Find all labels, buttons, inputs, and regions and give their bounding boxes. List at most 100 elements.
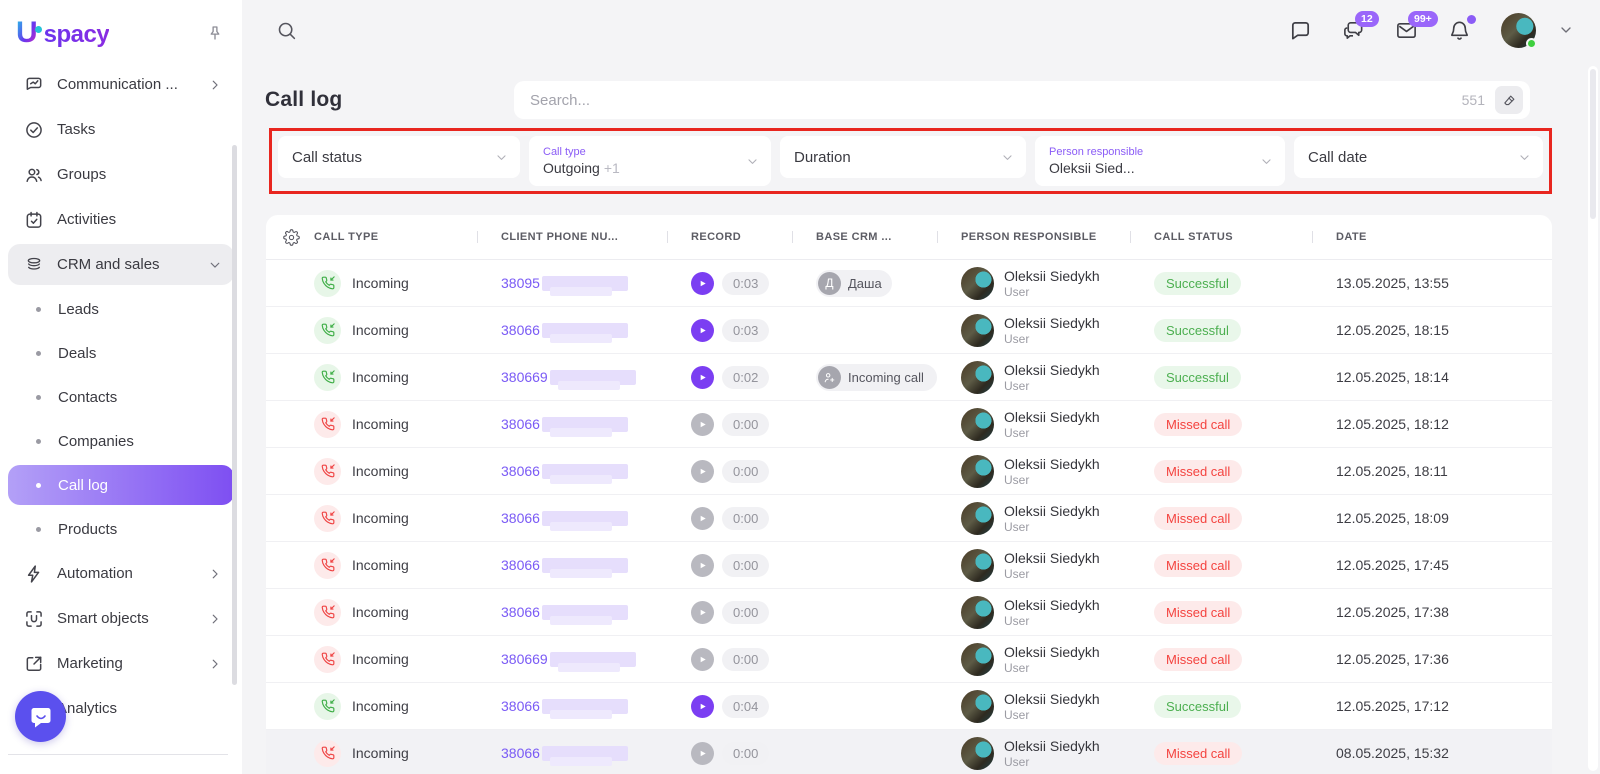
sidebar-item-leads[interactable]: Leads <box>8 289 234 329</box>
inbox-mail-icon[interactable]: 99+ <box>1395 19 1418 42</box>
sidebar-item-automation[interactable]: Automation <box>8 553 234 594</box>
call-type-label: Incoming <box>352 322 409 338</box>
play-record-button[interactable] <box>691 742 714 765</box>
column-header-person-responsible[interactable]: PERSON RESPONSIBLE <box>937 231 1130 243</box>
play-record-button[interactable] <box>691 460 714 483</box>
sidebar-item-marketing[interactable]: Marketing <box>8 643 234 684</box>
client-phone-link[interactable]: 380669 <box>501 651 548 667</box>
play-record-button[interactable] <box>691 366 714 389</box>
sidebar-item-label: Groups <box>57 166 106 183</box>
clear-search-button[interactable] <box>1495 86 1523 114</box>
sidebar-item-crm-and-sales[interactable]: CRM and sales <box>8 244 234 285</box>
column-header-base-crm[interactable]: BASE CRM ... <box>792 231 937 243</box>
crm-icon <box>24 255 44 275</box>
sidebar-item-communication[interactable]: Communication ... <box>8 64 234 105</box>
search-input[interactable] <box>530 92 1462 109</box>
redacted-phone-digits <box>542 558 628 573</box>
table-row[interactable]: Incoming 38066 0:00 Oleksii Siedykh User… <box>266 401 1552 448</box>
record-duration: 0:03 <box>722 319 769 342</box>
column-header-client-phone-nu[interactable]: CLIENT PHONE NU... <box>477 231 667 243</box>
person-role: User <box>1004 661 1100 675</box>
redacted-phone-digits <box>550 652 636 667</box>
column-header-call-status[interactable]: CALL STATUS <box>1130 231 1312 243</box>
play-record-button[interactable] <box>691 554 714 577</box>
bullet-icon <box>36 307 41 312</box>
client-phone-link[interactable]: 38066 <box>501 698 540 714</box>
sidebar-item-companies[interactable]: Companies <box>8 421 234 461</box>
play-record-button[interactable] <box>691 413 714 436</box>
filter-call-type[interactable]: Call type Outgoing+1 <box>529 136 771 186</box>
table-row[interactable]: Incoming 38066 0:00 Oleksii Siedykh User… <box>266 542 1552 589</box>
table-row[interactable]: Incoming 38066 0:03 Oleksii Siedykh User… <box>266 307 1552 354</box>
feed-chat-icon[interactable] <box>1289 19 1312 42</box>
global-search-icon[interactable] <box>276 20 297 41</box>
messenger-icon[interactable]: 12 <box>1342 19 1365 42</box>
table-row[interactable]: Incoming 38066 0:00 Oleksii Siedykh User… <box>266 730 1552 774</box>
client-phone-link[interactable]: 38066 <box>501 510 540 526</box>
filter-call-status[interactable]: Call status <box>278 136 520 178</box>
table-row[interactable]: Incoming 38095 0:03 Д Даша Oleksii Siedy… <box>266 260 1552 307</box>
column-header-record[interactable]: RECORD <box>667 231 792 243</box>
play-record-button[interactable] <box>691 648 714 671</box>
client-phone-link[interactable]: 38066 <box>501 745 540 761</box>
support-chat-launcher[interactable] <box>15 691 66 742</box>
sidebar-item-smart-objects[interactable]: Smart objects <box>8 598 234 639</box>
filter-call-date[interactable]: Call date <box>1294 136 1543 178</box>
base-crm-chip[interactable]: Д Даша <box>816 270 892 297</box>
filter-person-responsible[interactable]: Person responsible Oleksii Sied... <box>1035 136 1285 186</box>
profile-menu-chevron-icon[interactable] <box>1558 22 1574 38</box>
filter-label: Call date <box>1308 149 1367 166</box>
pin-sidebar-icon[interactable] <box>206 24 224 42</box>
call-type-label: Incoming <box>352 510 409 526</box>
window-scrollbar[interactable] <box>1588 66 1598 771</box>
client-phone-link[interactable]: 38066 <box>501 322 540 338</box>
record-duration: 0:00 <box>722 507 769 530</box>
sidebar-item-activities[interactable]: Activities <box>8 199 234 240</box>
play-record-button[interactable] <box>691 601 714 624</box>
call-date: 13.05.2025, 13:55 <box>1336 275 1449 291</box>
table-settings-gear-icon[interactable] <box>266 229 302 246</box>
logo-dot <box>35 26 42 33</box>
redacted-phone-digits <box>542 417 628 432</box>
base-crm-chip[interactable]: Incoming call 38. <box>816 364 937 391</box>
table-row[interactable]: Incoming 38066 0:00 Oleksii Siedykh User… <box>266 589 1552 636</box>
sidebar-item-label: Tasks <box>57 121 95 138</box>
table-row[interactable]: Incoming 380669 0:00 Oleksii Siedykh Use… <box>266 636 1552 683</box>
person-avatar <box>961 596 994 629</box>
person-name: Oleksii Siedykh <box>1004 503 1100 519</box>
sidebar-item-contacts[interactable]: Contacts <box>8 377 234 417</box>
person-role: User <box>1004 379 1100 393</box>
client-phone-link[interactable]: 38066 <box>501 416 540 432</box>
client-phone-link[interactable]: 38095 <box>501 275 540 291</box>
client-phone-link[interactable]: 38066 <box>501 463 540 479</box>
redacted-phone-digits <box>542 699 628 714</box>
play-record-button[interactable] <box>691 695 714 718</box>
phone-incoming-icon <box>314 740 341 767</box>
user-avatar[interactable] <box>1501 13 1536 48</box>
play-record-button[interactable] <box>691 507 714 530</box>
client-phone-link[interactable]: 380669 <box>501 369 548 385</box>
table-row[interactable]: Incoming 38066 0:00 Oleksii Siedykh User… <box>266 448 1552 495</box>
notifications-bell-icon[interactable] <box>1448 19 1471 42</box>
table-row[interactable]: Incoming 38066 0:04 Oleksii Siedykh User… <box>266 683 1552 730</box>
sidebar-item-call-log[interactable]: Call log <box>8 465 234 505</box>
play-record-button[interactable] <box>691 319 714 342</box>
filter-duration[interactable]: Duration <box>780 136 1026 178</box>
sidebar-item-groups[interactable]: Groups <box>8 154 234 195</box>
sidebar-scrollbar[interactable] <box>232 145 237 685</box>
client-phone-link[interactable]: 38066 <box>501 604 540 620</box>
uspacy-logo[interactable]: U spacy <box>16 16 109 50</box>
crm-avatar: Д <box>818 272 841 295</box>
column-header-call-type[interactable]: CALL TYPE <box>302 231 477 243</box>
sidebar-item-products[interactable]: Products <box>8 509 234 549</box>
play-record-button[interactable] <box>691 272 714 295</box>
sidebar-item-tasks[interactable]: Tasks <box>8 109 234 150</box>
table-row[interactable]: Incoming 38066 0:00 Oleksii Siedykh User… <box>266 495 1552 542</box>
client-phone-link[interactable]: 38066 <box>501 557 540 573</box>
table-row[interactable]: Incoming 380669 0:02 Incoming call 38. O… <box>266 354 1552 401</box>
column-header-date[interactable]: DATE <box>1312 231 1552 243</box>
person-role: User <box>1004 285 1100 299</box>
record-duration: 0:00 <box>722 601 769 624</box>
chevron-down-icon <box>1508 151 1531 164</box>
sidebar-item-deals[interactable]: Deals <box>8 333 234 373</box>
